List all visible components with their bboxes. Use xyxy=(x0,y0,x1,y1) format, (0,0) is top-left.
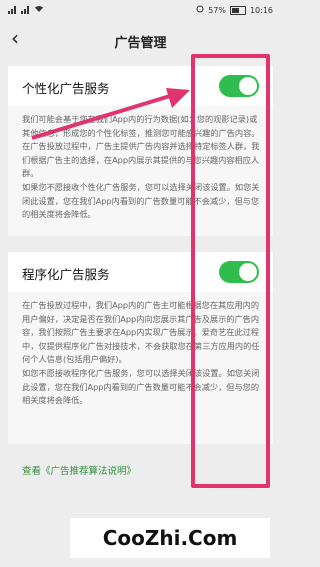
watermark: CooZhi.Com xyxy=(70,518,270,558)
annotation-arrow-icon xyxy=(31,88,190,140)
